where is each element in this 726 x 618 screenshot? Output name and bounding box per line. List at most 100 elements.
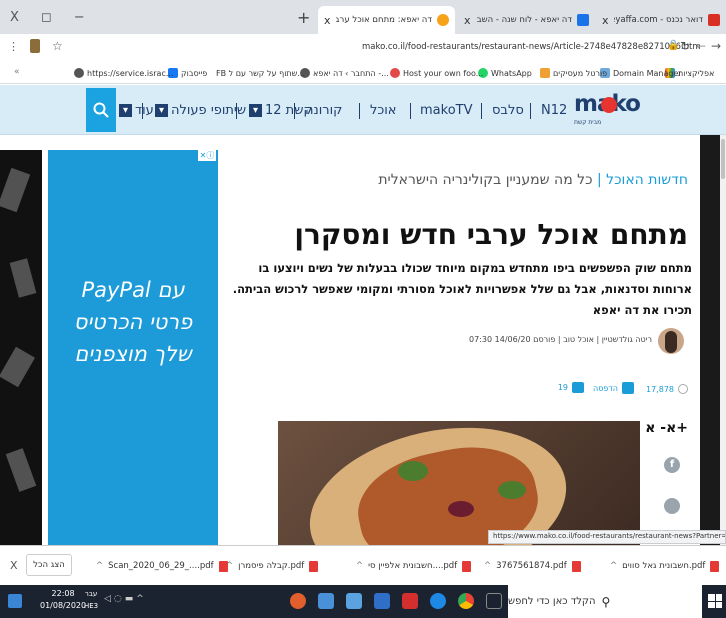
author-byline: ריטה גולדשטיין | אוכל טוב | פורסם 14/06/…: [469, 335, 652, 344]
whatsapp-share-icon[interactable]: [664, 498, 680, 514]
breadcrumb-section[interactable]: חדשות האוכל: [606, 172, 688, 188]
browser-tab-bar: X ◻ − + דה יאפא: מתחם אוכל ערבי חדש ... …: [0, 0, 726, 34]
tab-article[interactable]: דה יאפא: מתחם אוכל ערבי חדש ... x: [318, 6, 455, 34]
app-icon[interactable]: [402, 593, 418, 609]
search-button[interactable]: [86, 88, 116, 132]
nav-item-partnerships[interactable]: ▾ שיתופי פעולה: [152, 85, 246, 135]
article-subtitle: מתחם שוק הפשפשים ביפו מתחדש במקום מיוחד …: [232, 261, 692, 317]
taskbar-search[interactable]: ⚲ הקלד כאן כדי לחפש: [508, 585, 702, 618]
side-banner-left: [0, 150, 42, 545]
bookmark-domain-manager[interactable]: Domain Manager: [600, 62, 682, 84]
facebook-share-icon[interactable]: f: [664, 457, 680, 473]
nav-item-celebs[interactable]: סלבס: [492, 85, 524, 135]
reload-icon[interactable]: ↻: [680, 39, 690, 53]
restore-window-icon[interactable]: ◻: [41, 10, 52, 25]
chevron-down-icon: ▾: [119, 103, 132, 117]
bookmark-portal[interactable]: פורטל מעסיקים: [540, 62, 607, 84]
site-icon: [390, 68, 400, 78]
tab-calendar[interactable]: דה יאפא - לוח שנה - השבוע של ... x: [458, 6, 595, 34]
chevron-up-icon: ^: [610, 561, 618, 571]
nav-item-makotv[interactable]: makoTV: [420, 85, 472, 135]
clock[interactable]: 22:08 01/08/2020: [40, 588, 86, 612]
bookmarks-bar: « אפליקציות Domain Manager פורטל מעסיקים…: [0, 62, 726, 84]
address-bar: ⋮ ☆ mako.co.il/food-restaurants/restaura…: [0, 34, 726, 62]
page-title: מתחם אוכל ערבי חדש ומסקרן: [294, 218, 688, 251]
font-size-control[interactable]: א- א+: [645, 420, 688, 436]
download-item[interactable]: ^ Scan_2020_06_29_....pdf: [96, 546, 228, 586]
windows-taskbar: 22:08 01/08/2020 עבר HE3 ◁◌▬^ ⚲ הקלד כאן…: [0, 585, 726, 618]
close-window-icon[interactable]: X: [10, 10, 19, 25]
view-count: 17,878: [646, 384, 688, 394]
article-image: [278, 421, 640, 545]
close-downloads-icon[interactable]: X: [10, 559, 18, 572]
paypal-ad[interactable]: ⓘ✕ עם PayPal פרטי הכרטיס שלך מוצפנים: [48, 150, 218, 545]
download-item[interactable]: ^ קבלה פיסמרן.pdf: [226, 546, 319, 586]
author-avatar: [658, 328, 684, 354]
close-tab-icon[interactable]: x: [324, 14, 331, 27]
chevron-up-icon: ^: [226, 561, 234, 571]
show-all-button[interactable]: הצג הכל: [26, 554, 72, 576]
nav-item-more[interactable]: ▾ עוד: [116, 85, 154, 135]
close-tab-icon[interactable]: x: [602, 14, 609, 27]
status-url: https://www.mako.co.il/food-restaurants/…: [488, 530, 726, 544]
word-icon[interactable]: [374, 593, 390, 609]
new-tab-button[interactable]: +: [297, 8, 310, 27]
nav-item-n12[interactable]: N12: [541, 85, 567, 135]
menu-icon[interactable]: ⋮: [8, 40, 19, 53]
bookmark-facebook[interactable]: פייסבוק: [168, 62, 207, 84]
chevron-down-icon: ▾: [155, 103, 168, 117]
app-icon[interactable]: [290, 593, 306, 609]
close-tab-icon[interactable]: x: [464, 14, 471, 27]
mako-logo[interactable]: mako מבית קשת: [574, 91, 641, 129]
extension-icon[interactable]: [30, 39, 40, 53]
language-indicator[interactable]: עבר HE3: [84, 588, 98, 612]
ad-choices-icon[interactable]: ⓘ✕: [198, 150, 216, 161]
downloads-bar: X הצג הכל ^ Scan_2020_06_29_....pdf ^ קבלה…: [0, 545, 726, 585]
download-item[interactable]: ^ 3767561874.pdf: [484, 546, 581, 586]
bookmark-isracard[interactable]: https://service.israc...: [74, 62, 173, 84]
task-view-icon[interactable]: [486, 593, 502, 609]
chrome-icon[interactable]: [458, 593, 474, 609]
edge-icon[interactable]: [430, 593, 446, 609]
url-text[interactable]: mako.co.il/food-restaurants/restaurant-n…: [362, 42, 701, 52]
bookmark-dejaffa-login[interactable]: התחבר › דה יאפא -...: [300, 62, 389, 84]
bookmark-host[interactable]: Host your own foo...: [390, 62, 483, 84]
forward-icon[interactable]: ←: [696, 39, 706, 53]
system-tray-icons[interactable]: ◁◌▬^: [104, 594, 147, 604]
app-icon[interactable]: [318, 593, 334, 609]
tab-gmail[interactable]: דואר נכנס - safa@deyaffa.com x: [596, 6, 726, 34]
chevron-up-icon: ^: [484, 561, 492, 571]
nav-item-food[interactable]: אוכל: [370, 85, 397, 135]
portal-icon: [540, 68, 550, 78]
bookmark-whatsapp[interactable]: WhatsApp: [478, 62, 532, 84]
print-button[interactable]: הדפסה: [593, 382, 634, 394]
download-item[interactable]: ^ חשבונית גאל סווים.pdf: [610, 546, 720, 586]
chevron-up-icon: ^: [356, 561, 364, 571]
download-item[interactable]: ^ חשבונית אלפיין סי....pdf: [356, 546, 472, 586]
pinned-app-icon[interactable]: [8, 594, 22, 608]
window-controls: X ◻ −: [10, 0, 85, 34]
search-icon: [93, 102, 109, 118]
calendar-icon: [577, 14, 589, 26]
pdf-icon: [571, 560, 581, 572]
bookmark-star-icon[interactable]: ☆: [52, 39, 63, 53]
mail-icon[interactable]: [346, 593, 362, 609]
print-icon: [622, 382, 634, 394]
globe-icon: [74, 68, 84, 78]
more-bookmarks-icon[interactable]: «: [14, 67, 20, 77]
page-scrollbar[interactable]: [720, 135, 726, 545]
chevron-up-icon: ^: [96, 561, 104, 571]
pdf-icon: [309, 560, 319, 572]
nav-item-keshet12[interactable]: ▾ קשת 12: [246, 85, 313, 135]
back-icon[interactable]: →: [711, 39, 721, 53]
pdf-icon: [462, 560, 472, 572]
pdf-icon: [710, 560, 720, 572]
bookmark-fb-share[interactable]: FB שתוף על קשר עם ל...: [216, 62, 305, 84]
lock-icon[interactable]: 🔒: [667, 40, 679, 51]
comment-icon: [572, 382, 584, 393]
chevron-down-icon: ▾: [249, 103, 262, 117]
windows-start-icon[interactable]: [708, 594, 722, 608]
tab-favicon: [437, 14, 449, 26]
minimize-window-icon[interactable]: −: [74, 10, 85, 25]
comments-button[interactable]: 19: [558, 382, 584, 393]
